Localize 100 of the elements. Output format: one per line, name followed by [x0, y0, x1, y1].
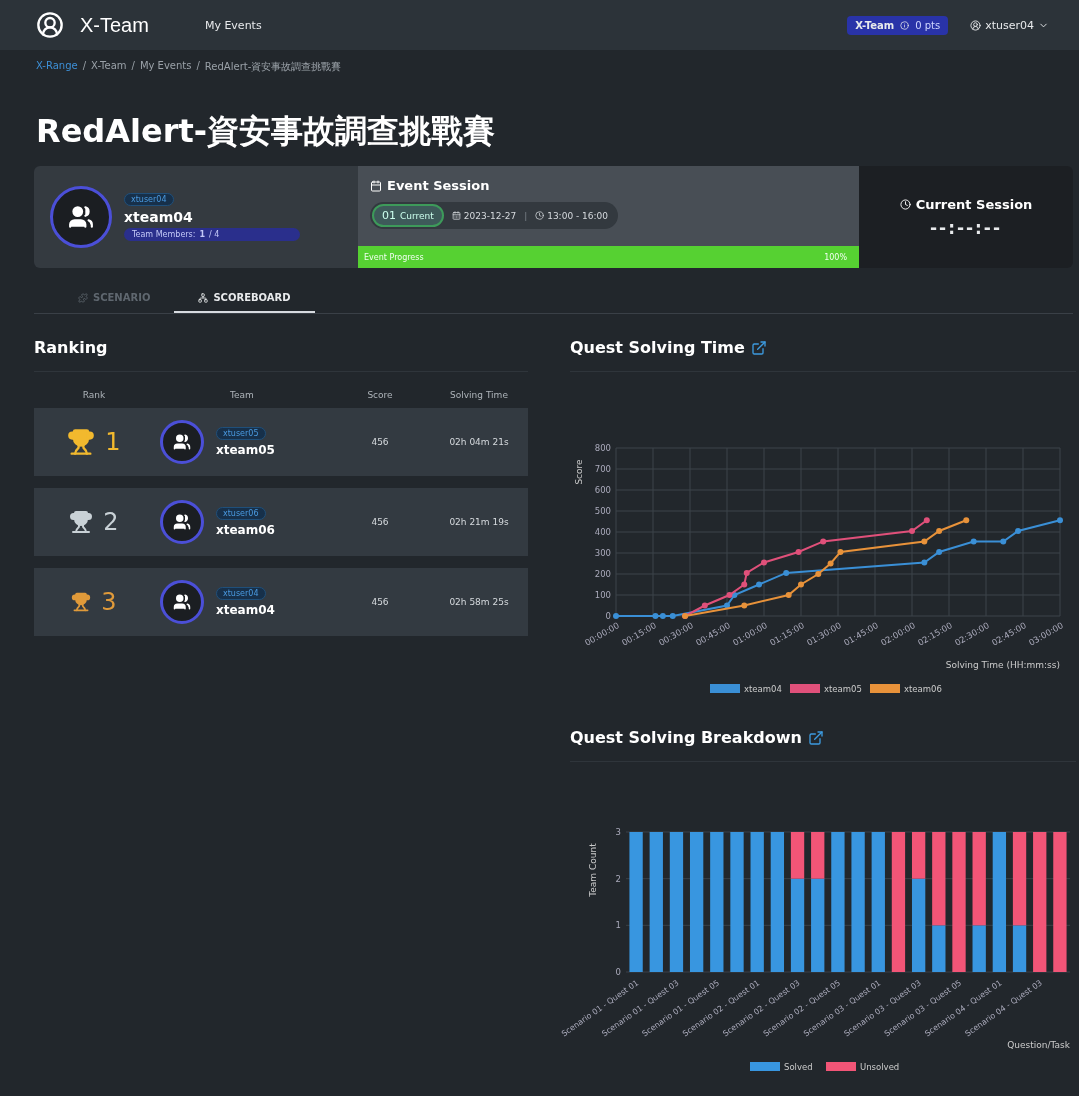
team-avatar: [160, 500, 204, 544]
column-header: Rank: [81, 390, 107, 400]
user-menu[interactable]: xtuser04: [964, 17, 1055, 33]
point: [827, 560, 834, 567]
team-avatar: [160, 420, 204, 464]
point: [1015, 527, 1022, 534]
clock-icon: [899, 198, 911, 210]
point: [783, 569, 790, 576]
axis-title: Score: [574, 459, 584, 485]
time-cell-text: 02h 04m 21s: [448, 437, 510, 447]
score-cell-text: 456: [370, 597, 390, 607]
axis-tick-label: 700: [594, 464, 611, 474]
point: [795, 548, 802, 555]
point: [1057, 517, 1063, 524]
point: [785, 592, 792, 598]
axis-tick-label: 1: [615, 920, 621, 931]
breadcrumb-link[interactable]: X-Range: [36, 60, 78, 74]
point: [815, 571, 822, 577]
external-link-icon[interactable]: [750, 339, 767, 356]
column-header: Solving Time: [449, 390, 509, 400]
section-title: Ranking: [34, 338, 528, 372]
breadcrumb-separator: /: [131, 60, 135, 73]
puzzle-icon: [78, 292, 88, 303]
axis-tick-label: 100: [594, 590, 611, 600]
axis-tick-label: 0: [615, 967, 621, 977]
point: [669, 613, 676, 619]
point: [970, 538, 977, 545]
team-name: xteam05: [216, 443, 275, 457]
team-name: xteam04: [124, 209, 194, 225]
point: [936, 548, 943, 555]
point: [921, 538, 928, 545]
point: [923, 517, 930, 524]
legend-label: xteam04: [744, 684, 782, 694]
calendar-icon: [370, 179, 382, 192]
panel-title: Current Session: [899, 196, 1033, 212]
breadcrumb-separator: /: [82, 60, 87, 73]
breadcrumb-item: X-Team: [91, 60, 127, 73]
external-link-icon[interactable]: [807, 729, 824, 746]
point: [936, 527, 943, 534]
team-name: xteam06: [216, 523, 275, 537]
point: [909, 527, 915, 534]
axis-tick-label: 300: [594, 548, 611, 558]
point: [659, 613, 666, 619]
legend-label: xteam06: [904, 684, 942, 694]
points-text: 0 pts: [915, 19, 941, 31]
point: [743, 569, 750, 576]
time-cell-text: 02h 21m 19s: [448, 517, 510, 527]
point: [921, 559, 928, 566]
point: [820, 538, 827, 545]
point: [701, 602, 708, 609]
legend-label: Solved: [784, 1062, 813, 1072]
session-time: 13:00 - 16:00: [535, 210, 608, 221]
point: [652, 613, 659, 619]
user-tag: xtuser06: [216, 507, 266, 520]
legend-label: Unsolved: [860, 1062, 900, 1072]
axis-tick-label: 400: [594, 527, 611, 537]
point: [756, 581, 763, 588]
countdown: --:--:--: [930, 217, 1002, 238]
session-badge: 01 Current: [372, 204, 444, 227]
progress-fill: Event Progress 100%: [358, 246, 859, 268]
info-icon: [900, 20, 910, 30]
nav-link[interactable]: My Events: [204, 18, 262, 32]
user-tag: xtuser04: [124, 193, 174, 206]
point: [963, 517, 970, 524]
point: [837, 548, 844, 555]
calendar-icon: [451, 211, 461, 220]
user-icon: [970, 19, 982, 31]
score-cell-text: 456: [370, 517, 390, 527]
logo-icon: [36, 11, 64, 39]
axis-tick-label: 0: [605, 611, 611, 621]
page-title: RedAlert-資安事故調查挑戰賽: [36, 111, 497, 152]
team-name: X-Team: [855, 19, 895, 31]
brand-name: X-Team: [80, 13, 149, 37]
point: [1000, 538, 1007, 545]
breadcrumb-item: RedAlert-資安事故調查挑戰賽: [204, 60, 342, 74]
breadcrumb-item: My Events: [139, 60, 192, 73]
point: [726, 592, 733, 598]
column-header: Score: [366, 390, 394, 400]
column-header: Team: [229, 390, 255, 400]
session-date: 2023-12-27: [451, 210, 517, 221]
user-tag: xtuser05: [216, 427, 266, 440]
rank-number: 2: [103, 508, 119, 536]
separator: |: [524, 210, 528, 221]
team-avatar: [160, 580, 204, 624]
score-cell-text: 456: [370, 437, 390, 447]
time-cell-text: 02h 58m 25s: [448, 597, 510, 607]
legend-label: xteam05: [824, 684, 862, 694]
axis-title: Question/Task: [1007, 1040, 1070, 1050]
hierarchy-icon: [198, 292, 209, 303]
user-tag: xtuser04: [216, 587, 266, 600]
breadcrumb-separator: /: [196, 60, 200, 73]
axis-tick-label: 2: [615, 873, 621, 884]
clock-icon: [535, 211, 545, 220]
axis-tick-label: 200: [594, 569, 611, 579]
point: [613, 613, 619, 619]
section-title: Quest Solving Breakdown: [570, 728, 1076, 762]
team-members: Team Members: 1 / 4: [124, 228, 300, 241]
tab[interactable]: SCOREBOARD: [174, 284, 315, 313]
axis-title: Team Count: [588, 843, 598, 897]
panel-title: Event Session: [370, 178, 847, 193]
